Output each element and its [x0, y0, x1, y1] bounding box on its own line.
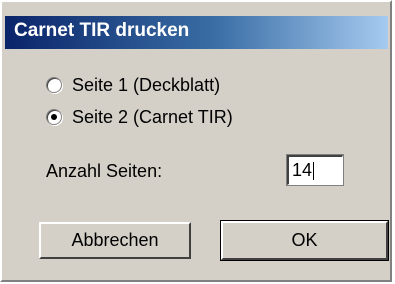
option-page-2[interactable]: Seite 2 (Carnet TIR): [46, 106, 233, 128]
page-count-input[interactable]: [286, 154, 344, 186]
radio-page-1[interactable]: [46, 77, 62, 93]
page-count-label: Anzahl Seiten:: [46, 161, 163, 181]
dialog-title: Carnet TIR drucken: [14, 20, 190, 41]
print-carnet-dialog: Carnet TIR drucken Seite 1 (Deckblatt) S…: [0, 0, 392, 282]
title-bar[interactable]: Carnet TIR drucken: [5, 16, 388, 49]
ok-button[interactable]: OK: [220, 220, 389, 261]
cancel-button[interactable]: Abbrechen: [39, 222, 191, 259]
text-caret: [313, 162, 314, 180]
option-page-1[interactable]: Seite 1 (Deckblatt): [46, 74, 220, 96]
option-page-1-label[interactable]: Seite 1 (Deckblatt): [72, 75, 220, 96]
radio-page-2[interactable]: [46, 109, 62, 125]
option-page-2-label[interactable]: Seite 2 (Carnet TIR): [72, 107, 233, 128]
